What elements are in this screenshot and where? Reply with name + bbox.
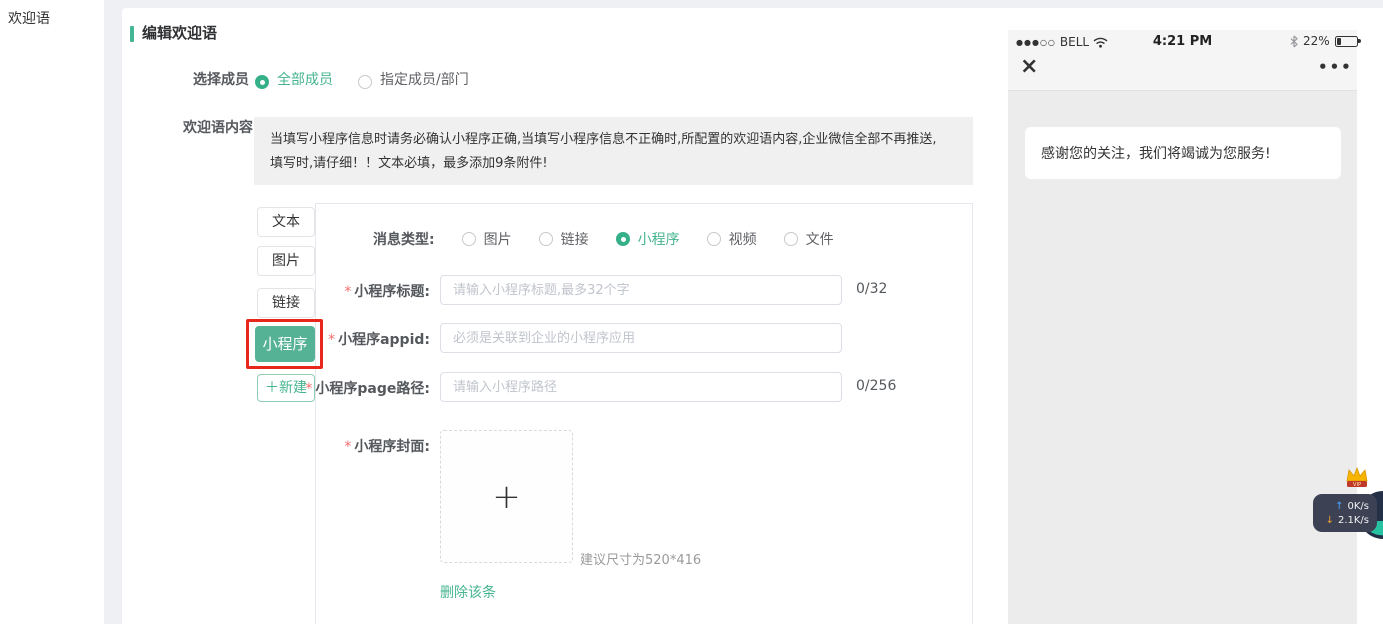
up-arrow-icon: ↑ [1335, 500, 1343, 513]
pagepath-counter: 0/256 [856, 378, 896, 394]
cover-size-hint: 建议尺寸为520*416 [580, 549, 701, 568]
message-type-label: 消息类型: [373, 229, 435, 249]
radio-specified-members[interactable] [358, 71, 372, 90]
radio-dot-icon [255, 75, 269, 89]
radio-circle-icon [358, 75, 372, 89]
msgtype-option-video[interactable]: 视频 [707, 229, 757, 249]
welcome-message-bubble: 感谢您的关注，我们将竭诚为您服务! [1025, 127, 1341, 179]
member-select-label: 选择成员 [193, 69, 249, 89]
radio-all-members-label[interactable]: 全部成员 [277, 69, 333, 89]
battery-icon [1335, 36, 1358, 47]
phone-battery-cluster: 22% [1290, 33, 1358, 49]
sidebar-item-welcome-message[interactable]: 欢迎语 [8, 8, 50, 28]
miniprogram-title-input[interactable] [440, 275, 842, 305]
title-counter: 0/32 [856, 281, 887, 297]
msgtype-option-image[interactable]: 图片 [462, 229, 512, 249]
vip-crown-icon: VIP [1344, 466, 1370, 490]
radio-circle-icon [784, 232, 798, 246]
miniprogram-pagepath-input[interactable] [440, 372, 842, 402]
radio-dot-icon [616, 232, 630, 246]
miniprogram-appid-input[interactable] [440, 323, 842, 353]
delete-entry-link[interactable]: 删除该条 [440, 582, 496, 602]
cover-upload-box[interactable]: + [440, 430, 573, 563]
radio-all-members[interactable] [255, 71, 269, 90]
down-arrow-icon: ↓ [1326, 514, 1334, 527]
radio-circle-icon [539, 232, 553, 246]
field-appid-label: *小程序appid: [240, 329, 430, 349]
field-pagepath-label: *小程序page路径: [240, 378, 430, 398]
left-sidebar: 欢迎语 [0, 0, 104, 624]
battery-percent: 22% [1303, 34, 1330, 48]
msgtype-option-link[interactable]: 链接 [539, 229, 589, 249]
required-asterisk: * [328, 332, 335, 348]
warning-notice: 当填写小程序信息时请务必确认小程序正确,当填写小程序信息不正确时,所配置的欢迎语… [254, 117, 973, 185]
radio-circle-icon [707, 232, 721, 246]
message-type-row: 消息类型: 图片 链接 小程序 视频 文件 [373, 229, 834, 249]
required-asterisk: * [344, 439, 351, 455]
content-label: 欢迎语内容 [183, 117, 253, 137]
tab-text[interactable]: 文本 [257, 207, 315, 237]
warning-line-1: 当填写小程序信息时请务必确认小程序正确,当填写小程序信息不正确时,所配置的欢迎语… [270, 128, 957, 152]
section-accent-bar [130, 26, 134, 42]
close-icon[interactable]: × [1020, 56, 1038, 78]
field-cover-label: *小程序封面: [240, 436, 430, 456]
upload-speed-value: 0K/s [1348, 500, 1370, 513]
radio-specified-members-label[interactable]: 指定成员/部门 [380, 69, 469, 89]
app-window: 欢迎语 编辑欢迎语 选择成员 全部成员 指定成员/部门 欢迎语内容 当填写小程序… [0, 0, 1383, 624]
field-title-label: *小程序标题: [240, 281, 430, 301]
radio-circle-icon [462, 232, 476, 246]
bluetooth-icon [1290, 35, 1298, 48]
msgtype-option-miniprogram[interactable]: 小程序 [616, 229, 680, 249]
msgtype-option-file[interactable]: 文件 [784, 229, 834, 249]
svg-text:VIP: VIP [1353, 482, 1361, 488]
download-speed-row: ↓ 2.1K/s [1321, 514, 1369, 527]
page-title: 编辑欢迎语 [142, 22, 217, 43]
download-speed-value: 2.1K/s [1338, 514, 1369, 527]
network-speed-widget[interactable]: ↑ 0K/s ↓ 2.1K/s [1313, 494, 1377, 532]
required-asterisk: * [344, 284, 351, 300]
required-asterisk: * [305, 381, 312, 397]
warning-line-2: 填写时,请仔细！！文本必填，最多添加9条附件! [270, 152, 957, 176]
more-options-icon[interactable]: ••• [1318, 58, 1353, 76]
tab-image[interactable]: 图片 [257, 246, 315, 276]
plus-icon: + [492, 480, 521, 514]
upload-speed-row: ↑ 0K/s [1321, 500, 1369, 513]
